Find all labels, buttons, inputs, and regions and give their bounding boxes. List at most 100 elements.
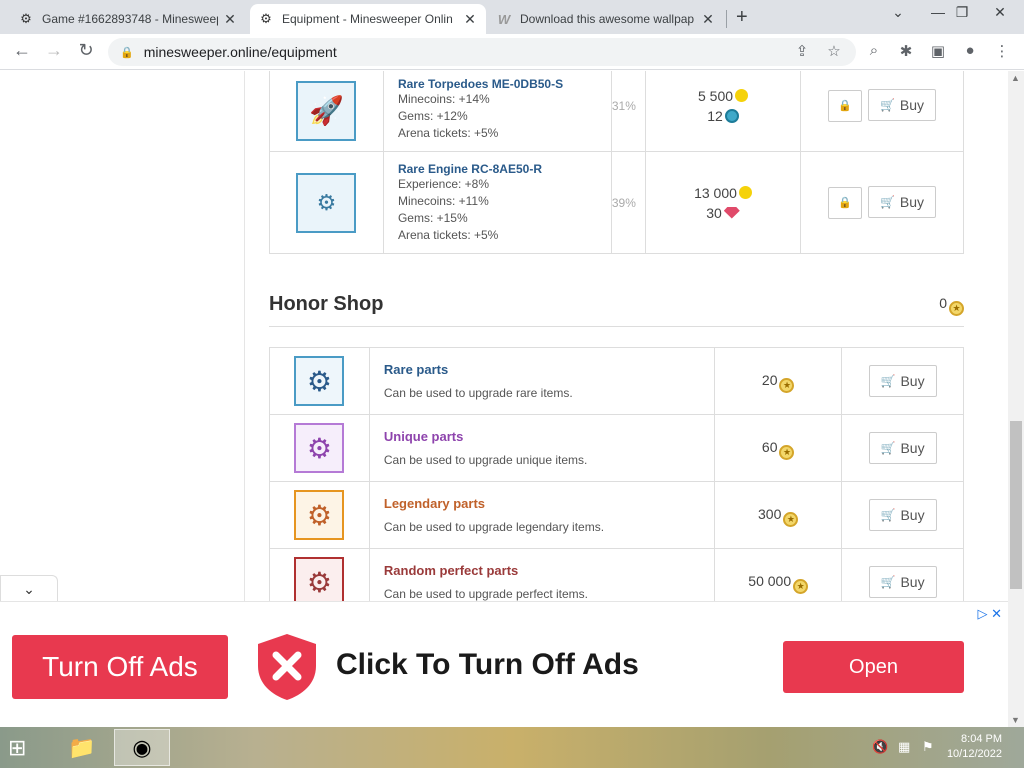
volume-muted-icon[interactable]: 🔇 [872, 739, 888, 755]
part-price: 50 000 [748, 572, 792, 589]
reload-icon[interactable]: ↻ [74, 40, 98, 61]
coin-icon [735, 88, 749, 102]
share-icon[interactable]: ⇪ [792, 42, 812, 60]
menu-icon[interactable]: ⋮ [992, 42, 1012, 60]
perfect-parts-gear-icon: ⚙ [294, 557, 345, 601]
buy-button[interactable]: 🛒 Buy [868, 432, 937, 464]
back-icon[interactable]: ← [10, 40, 34, 61]
lock-button[interactable]: 🔒 [828, 186, 862, 219]
part-name: Legendary parts [383, 496, 486, 511]
lock-icon: 🔒 [838, 197, 852, 210]
item-percent: 39% [611, 195, 636, 210]
price-coins: 5 500 [697, 87, 734, 104]
tab-title: Game #1662893748 - Minesweep [42, 12, 218, 26]
part-name: Random perfect parts [383, 563, 519, 578]
close-window-button[interactable]: ✕ [980, 4, 1020, 21]
honor-icon: ★ [783, 511, 799, 527]
scroll-down-icon[interactable]: ▼ [1011, 715, 1020, 725]
tab-search-icon[interactable]: ⌄ [878, 4, 918, 21]
page-content: 🚀 Rare Torpedoes ME-0DB50-S Minecoins: +… [0, 71, 1008, 601]
page-scrollbar[interactable]: ▲ ▼ [1008, 71, 1024, 727]
item-stat: Arena tickets: +5% [397, 126, 499, 140]
buy-button[interactable]: 🛒 Buy [868, 499, 937, 531]
rocket-icon: 🚀 [296, 80, 357, 141]
clock-date: 10/12/2022 [946, 748, 1002, 760]
close-icon[interactable]: ✕ [462, 11, 478, 28]
part-price: 60 [761, 438, 778, 455]
part-desc: Can be used to upgrade unique items. [383, 453, 588, 467]
cart-icon: 🛒 [880, 374, 896, 388]
scroll-up-icon[interactable]: ▲ [1011, 73, 1020, 83]
table-row: ⚙ Rare Engine RC-8AE50-R Experience: +8%… [269, 151, 964, 254]
part-name: Rare parts [383, 362, 449, 377]
tab-wallpaper[interactable]: W Download this awesome wallpap ✕ [488, 4, 724, 34]
w-icon: W [497, 11, 511, 27]
url-text: minesweeper.online/equipment [143, 44, 337, 60]
table-row: 🚀 Rare Torpedoes ME-0DB50-S Minecoins: +… [269, 71, 964, 152]
table-row: ⚙ Unique parts Can be used to upgrade un… [269, 414, 964, 482]
honor-icon: ★ [949, 301, 964, 316]
adchoices-icon[interactable]: ▷ ✕ [977, 606, 1002, 622]
scrollbar-thumb[interactable] [1010, 421, 1022, 589]
honor-icon: ★ [793, 578, 809, 594]
lock-button[interactable]: 🔒 [828, 89, 862, 122]
open-button[interactable]: Open [783, 641, 964, 693]
honor-shop-header: Honor Shop 0 ★ [269, 293, 964, 327]
buy-button[interactable]: 🛒 Buy [868, 566, 937, 598]
equipment-table: 🚀 Rare Torpedoes ME-0DB50-S Minecoins: +… [269, 71, 964, 254]
file-explorer-icon[interactable]: 📁 [54, 729, 110, 766]
item-name[interactable]: Rare Engine RC-8AE50-R [398, 162, 611, 176]
lock-icon: 🔒 [120, 46, 134, 59]
turn-off-ads-button[interactable]: Turn Off Ads [12, 635, 228, 699]
collapse-ad-button[interactable]: ⌄ [0, 575, 58, 601]
restore-button[interactable]: ❐ [942, 4, 982, 21]
part-desc: Can be used to upgrade rare items. [383, 386, 573, 400]
item-name[interactable]: Rare Torpedoes ME-0DB50-S [398, 77, 611, 91]
cart-icon: 🛒 [879, 98, 895, 113]
bookmark-star-icon[interactable]: ☆ [824, 42, 844, 60]
shield-x-icon [258, 634, 316, 700]
item-stat: Gems: +12% [397, 109, 468, 123]
tab-title: Download this awesome wallpap [520, 12, 695, 26]
action-center-icon[interactable]: ⚑ [922, 739, 934, 755]
tab-equipment[interactable]: ⚙ Equipment - Minesweeper Onlin ✕ [250, 4, 486, 34]
ad-banner[interactable]: ▷ ✕ Turn Off Ads Click To Turn Off Ads O… [0, 601, 1008, 727]
chrome-icon[interactable]: ◉ [114, 729, 170, 766]
item-stat: Experience: +8% [397, 176, 490, 191]
zoom-icon[interactable]: ⌕ [864, 42, 884, 59]
honor-shop-table: ⚙ Rare parts Can be used to upgrade rare… [269, 347, 964, 601]
cart-icon: 🛒 [880, 441, 896, 455]
part-price: 300 [758, 505, 782, 522]
browser-toolbar: ← → ↻ 🔒 minesweeper.online/equipment ⇪ ☆… [0, 34, 1024, 70]
system-clock[interactable]: 8:04 PM 10/12/2022 [947, 732, 1002, 762]
honor-icon: ★ [779, 444, 795, 460]
table-row: ⚙ Random perfect parts Can be used to up… [269, 548, 964, 601]
gear-icon: ⚙ [260, 11, 272, 26]
profile-icon[interactable]: ● [960, 42, 980, 59]
buy-button[interactable]: 🛒 Buy [868, 365, 937, 397]
sidepanel-icon[interactable]: ▣ [928, 42, 948, 60]
honor-balance: 0 ★ [939, 295, 964, 316]
buy-button[interactable]: 🛒 Buy [868, 186, 936, 219]
buy-button[interactable]: 🛒 Buy [868, 89, 936, 122]
legendary-parts-gear-icon: ⚙ [294, 490, 345, 540]
close-icon[interactable]: ✕ [222, 11, 238, 28]
network-icon[interactable]: ▦ [898, 739, 910, 755]
windows-start-icon[interactable]: ⊞ [8, 735, 26, 761]
windows-taskbar: ⊞ 📁 ◉ 🔇 ▦ ⚑ 8:04 PM 10/12/2022 [0, 727, 1024, 768]
forward-icon[interactable]: → [42, 40, 66, 61]
address-bar[interactable]: 🔒 minesweeper.online/equipment [108, 38, 856, 66]
part-desc: Can be used to upgrade perfect items. [383, 587, 589, 601]
tab-title: Equipment - Minesweeper Onlin [282, 12, 453, 26]
extensions-icon[interactable]: ✱ [896, 42, 916, 60]
item-stat: Minecoins: +14% [397, 92, 490, 106]
part-price: 20 [761, 371, 778, 388]
honor-shop-title: Honor Shop [269, 293, 384, 315]
new-tab-button[interactable]: + [736, 6, 748, 29]
lock-icon: 🔒 [838, 100, 852, 113]
close-icon[interactable]: ✕ [700, 11, 716, 28]
price-gems: 30 [706, 204, 722, 221]
table-row: ⚙ Rare parts Can be used to upgrade rare… [269, 347, 964, 415]
part-desc: Can be used to upgrade legendary items. [383, 520, 605, 534]
tab-game[interactable]: ⚙ Game #1662893748 - Minesweep ✕ [10, 4, 246, 34]
